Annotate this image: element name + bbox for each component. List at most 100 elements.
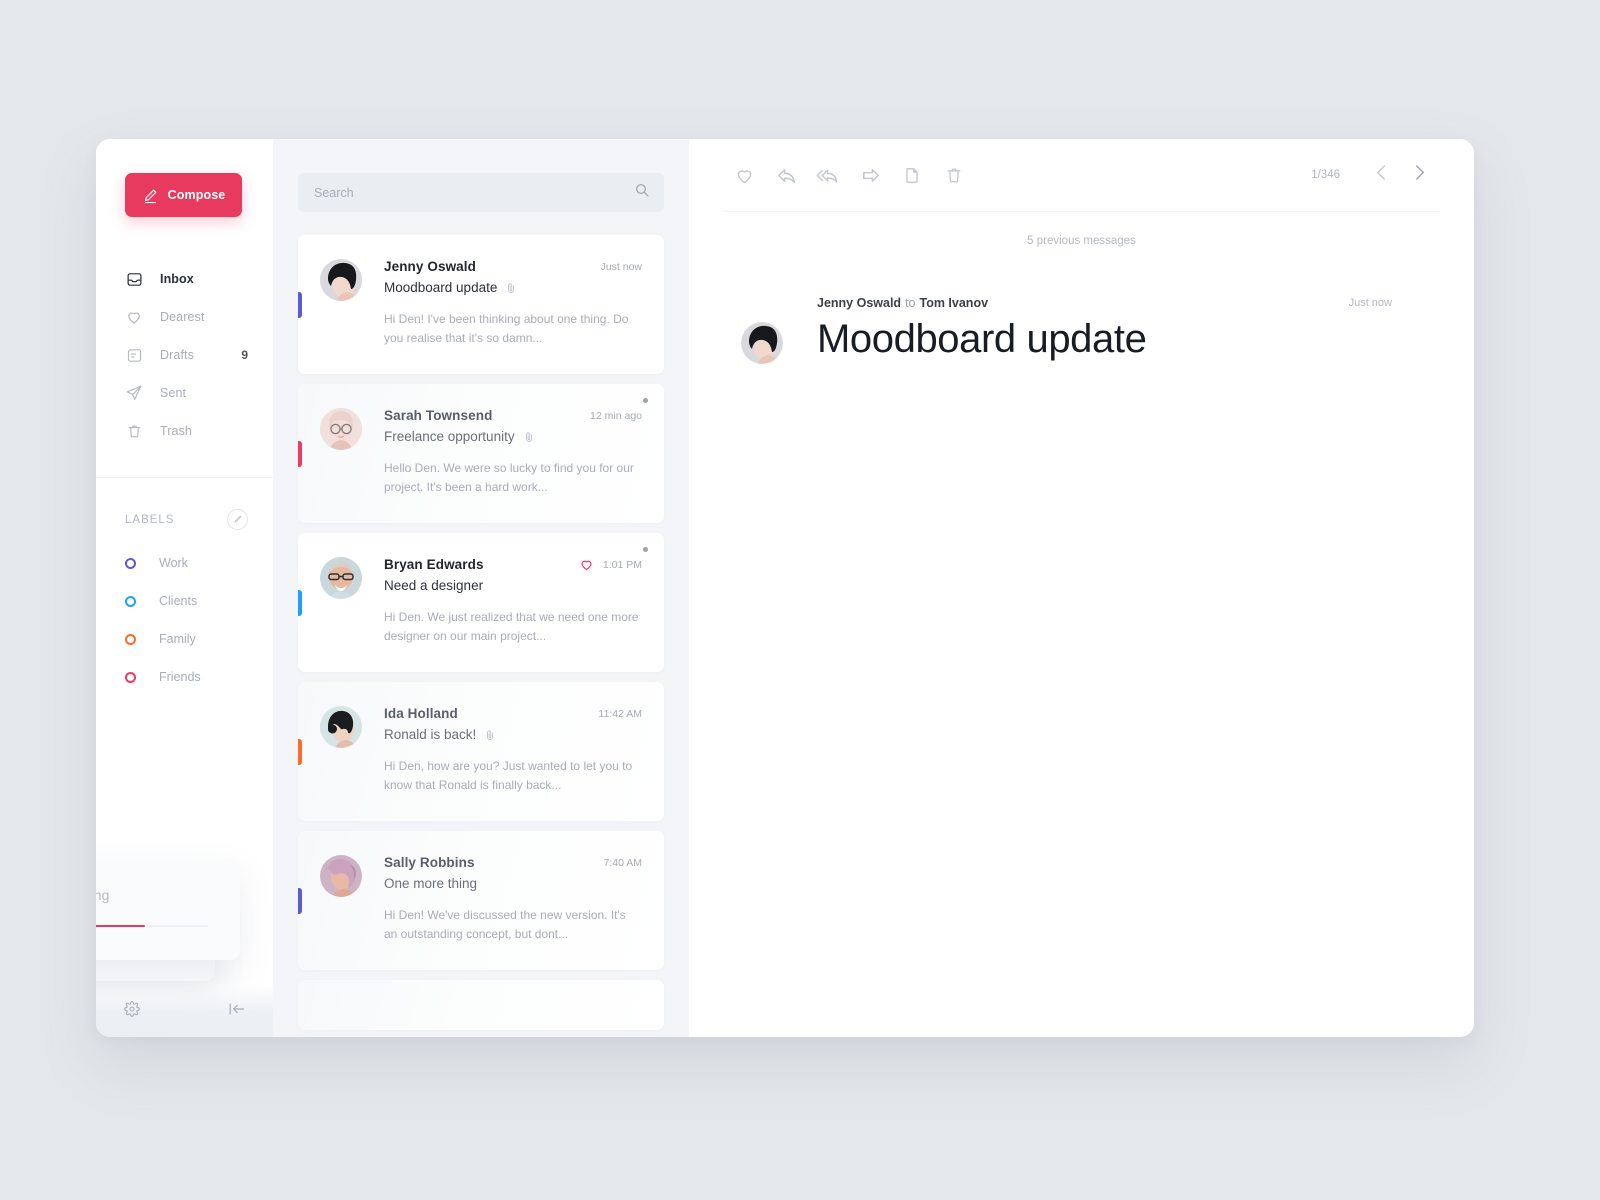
labels-title: LABELS bbox=[125, 513, 175, 526]
label-color-dot bbox=[125, 671, 136, 683]
sidebar-item-label: Trash bbox=[160, 424, 192, 438]
mail-time: Just now bbox=[600, 260, 642, 273]
mail-accent-bar bbox=[298, 440, 302, 467]
sidebar-item-label: Dearest bbox=[160, 310, 205, 324]
attachment-icon bbox=[505, 282, 517, 294]
mail-preview: Hi Den, how are you? Just wanted to let … bbox=[384, 759, 633, 792]
label-item-work[interactable]: Work bbox=[96, 544, 273, 582]
mail-sender: Bryan Edwards bbox=[384, 557, 484, 572]
sending-label: Sending bbox=[96, 887, 110, 903]
mail-detail-pane: 1/346 5 previous messages Jenny Oswald t… bbox=[689, 139, 1474, 1037]
sidebar-item-label: Inbox bbox=[160, 272, 194, 286]
favorite-button[interactable] bbox=[723, 154, 765, 196]
avatar bbox=[320, 706, 362, 748]
message-subject: Moodboard update bbox=[817, 317, 1147, 361]
reply-icon bbox=[775, 164, 798, 187]
avatar bbox=[320, 855, 362, 897]
avatar bbox=[320, 259, 362, 301]
avatar bbox=[741, 322, 783, 364]
forward-icon bbox=[859, 164, 882, 187]
sending-toast: Sending bbox=[96, 859, 240, 960]
inbox-icon bbox=[125, 270, 143, 288]
draft-icon bbox=[125, 346, 143, 364]
label-color-dot bbox=[125, 557, 136, 569]
mail-list-item[interactable]: Jenny Oswald Just now Moodboard update H… bbox=[298, 235, 664, 374]
mail-sender: Sarah Townsend bbox=[384, 408, 493, 423]
labels-list: Work Clients Family Friends bbox=[96, 544, 273, 696]
mail-preview: Hi Den! I've been thinking about one thi… bbox=[384, 312, 629, 345]
reply-button[interactable] bbox=[765, 154, 807, 196]
search-icon[interactable] bbox=[634, 182, 650, 203]
mail-time: 1:01 PM bbox=[602, 558, 642, 571]
delete-button[interactable] bbox=[933, 154, 975, 196]
search-input[interactable] bbox=[314, 185, 634, 200]
compose-button[interactable]: Compose bbox=[125, 173, 242, 217]
sidebar-nav: Inbox Dearest Drafts 9 Sent Trash bbox=[96, 260, 273, 450]
sidebar-item-drafts[interactable]: Drafts 9 bbox=[96, 336, 273, 374]
forward-button[interactable] bbox=[849, 154, 891, 196]
unread-dot bbox=[643, 547, 648, 552]
pencil-icon bbox=[142, 187, 159, 204]
message-to: Tom Ivanov bbox=[919, 296, 989, 310]
mail-time: 7:40 AM bbox=[603, 856, 642, 869]
label-item-label: Work bbox=[159, 556, 188, 570]
sidebar-item-inbox[interactable]: Inbox bbox=[96, 260, 273, 298]
sending-progress-track bbox=[96, 925, 208, 927]
folder-icon bbox=[902, 165, 922, 186]
pencil-icon bbox=[233, 511, 243, 529]
previous-messages-link[interactable]: 5 previous messages bbox=[723, 211, 1440, 247]
avatar bbox=[320, 557, 362, 599]
sidebar-footer bbox=[96, 985, 273, 1037]
collapse-panel-icon[interactable] bbox=[228, 1002, 245, 1016]
label-item-label: Friends bbox=[159, 670, 201, 684]
next-message-button[interactable] bbox=[1404, 160, 1434, 190]
edit-labels-button[interactable] bbox=[227, 509, 248, 530]
mail-preview: Hello Den. We were so lucky to find you … bbox=[384, 461, 634, 494]
detail-toolbar: 1/346 bbox=[689, 139, 1474, 211]
gear-icon[interactable] bbox=[124, 1001, 140, 1017]
reply-all-button[interactable] bbox=[807, 154, 849, 196]
attachment-icon bbox=[523, 431, 535, 443]
mail-accent-bar bbox=[298, 291, 302, 318]
mail-list-item[interactable]: Sally Robbins 7:40 AM One more thing Hi … bbox=[298, 831, 664, 970]
sidebar: Compose Inbox Dearest Drafts 9 Sent Tras… bbox=[96, 139, 273, 1037]
mail-app-window: Compose Inbox Dearest Drafts 9 Sent Tras… bbox=[96, 139, 1474, 1037]
label-item-clients[interactable]: Clients bbox=[96, 582, 273, 620]
mail-list-item[interactable] bbox=[298, 980, 664, 1030]
label-item-label: Clients bbox=[159, 594, 198, 608]
mail-list-item[interactable]: Ida Holland 11:42 AM Ronald is back! Hi … bbox=[298, 682, 664, 821]
mail-subject: Ronald is back! bbox=[384, 727, 477, 742]
label-item-family[interactable]: Family bbox=[96, 620, 273, 658]
mail-preview: Hi Den! We've discussed the new version.… bbox=[384, 908, 626, 941]
sidebar-item-sent[interactable]: Sent bbox=[96, 374, 273, 412]
mail-subject: Freelance opportunity bbox=[384, 429, 515, 444]
message-to-word: to bbox=[905, 296, 916, 310]
previous-message-button[interactable] bbox=[1366, 160, 1396, 190]
mail-sender: Jenny Oswald bbox=[384, 259, 476, 274]
mail-sender: Sally Robbins bbox=[384, 855, 475, 870]
sidebar-item-dearest[interactable]: Dearest bbox=[96, 298, 273, 336]
sidebar-item-label: Sent bbox=[160, 386, 187, 400]
label-color-dot bbox=[125, 633, 136, 645]
mail-list-item[interactable]: Sarah Townsend 12 min ago Freelance oppo… bbox=[298, 384, 664, 523]
mail-accent-bar bbox=[298, 887, 302, 914]
favorite-icon[interactable] bbox=[579, 557, 594, 572]
search-box[interactable] bbox=[298, 173, 664, 212]
mail-subject: One more thing bbox=[384, 876, 478, 891]
label-color-dot bbox=[125, 595, 136, 607]
mail-list-item[interactable]: Bryan Edwards 1:01 PM Need a designer Hi… bbox=[298, 533, 664, 672]
mail-accent-bar bbox=[298, 738, 302, 765]
chevron-right-icon bbox=[1412, 163, 1427, 187]
trash-icon bbox=[944, 165, 964, 186]
trash-icon bbox=[125, 422, 143, 440]
message-time: Just now bbox=[1348, 297, 1392, 309]
folder-button[interactable] bbox=[891, 154, 933, 196]
sidebar-item-trash[interactable]: Trash bbox=[96, 412, 273, 450]
mail-accent-bar bbox=[298, 589, 302, 616]
send-icon bbox=[125, 384, 143, 402]
mail-subject: Moodboard update bbox=[384, 280, 498, 295]
label-item-friends[interactable]: Friends bbox=[96, 658, 273, 696]
page-counter: 1/346 bbox=[1311, 169, 1340, 181]
avatar bbox=[320, 408, 362, 450]
mail-subject: Need a designer bbox=[384, 578, 484, 593]
